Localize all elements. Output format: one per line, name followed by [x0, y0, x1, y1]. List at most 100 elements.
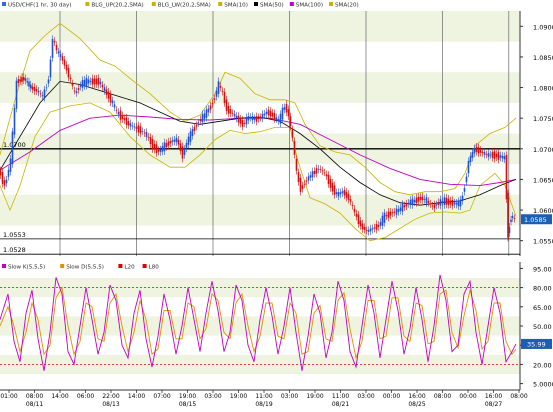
candle-body	[13, 107, 16, 135]
time-tick-label: 14:00	[51, 393, 68, 400]
oscillator-tick-label: 95.00	[533, 265, 552, 273]
candle-body	[215, 90, 218, 97]
forex-chart: 1.0900 1.0850 1.0800 1.0750 1.0700 1.0650 1.06…	[0, 0, 553, 408]
candle-body	[61, 56, 64, 61]
time-tick-label: 19:00	[230, 393, 247, 400]
legend-entry: SMA(100)	[296, 3, 323, 9]
candle-body	[39, 93, 42, 95]
candle-body	[387, 211, 390, 218]
candle-body	[303, 183, 306, 185]
reference-line-label: 1.0700	[3, 141, 26, 149]
candle-body	[481, 151, 484, 154]
candle-body	[513, 218, 516, 219]
candle-body	[123, 118, 126, 121]
candle-body	[281, 107, 284, 120]
candle-body	[287, 109, 290, 117]
candle-body	[423, 198, 426, 200]
time-tick-label: 08:00	[434, 393, 451, 400]
candle-body	[503, 156, 506, 160]
candle-body	[331, 182, 334, 192]
candle-body	[345, 191, 348, 198]
price-panel: 1.0900 1.0850 1.0800 1.0750 1.0700 1.0650 1.06…	[0, 11, 553, 256]
candle-body	[361, 223, 364, 230]
candle-body	[109, 94, 112, 103]
candle-body	[231, 113, 234, 114]
candle-body	[211, 102, 214, 105]
candle-body	[205, 109, 208, 118]
candle-body	[259, 117, 262, 118]
candle-body	[508, 226, 511, 234]
candle-body	[449, 200, 452, 205]
candle-body	[321, 170, 324, 172]
candle-body	[269, 110, 272, 117]
candle-body	[355, 213, 358, 217]
candle-body	[245, 117, 248, 125]
candle-body	[445, 197, 448, 205]
candle-body	[495, 153, 498, 158]
date-label: 08/19	[255, 401, 272, 408]
candle-body	[467, 161, 470, 174]
candle-body	[493, 151, 496, 159]
candle-body	[11, 131, 14, 165]
chart-title: USD/CHF(1 hr, 30 day)	[8, 3, 71, 9]
price-tick-label: 1.0850	[533, 54, 553, 62]
oscillator-legend-entry: Slow D(5,5,5)	[66, 265, 104, 271]
candle-body	[147, 136, 150, 138]
candle-body	[17, 79, 20, 84]
candle-body	[499, 155, 502, 158]
candle-body	[277, 119, 280, 122]
candle-body	[111, 100, 114, 104]
candle-body	[93, 78, 96, 85]
price-tick-label: 1.0650	[533, 176, 553, 184]
candle-body	[510, 219, 512, 222]
candle-body	[171, 140, 174, 142]
time-tick-label: 00:00	[459, 393, 476, 400]
candle-body	[395, 208, 398, 215]
candle-body	[385, 215, 388, 217]
candle-body	[1, 171, 4, 184]
candle-body	[477, 147, 480, 154]
candle-body	[49, 59, 52, 78]
time-tick-label: 03:00	[204, 393, 221, 400]
candle-body	[29, 84, 32, 89]
candle-body	[335, 192, 338, 195]
candle-body	[229, 109, 232, 114]
candle-body	[465, 176, 468, 183]
candle-body	[65, 64, 68, 71]
candle-body	[411, 198, 414, 206]
legend-swatch	[329, 2, 333, 6]
candle-body	[193, 126, 196, 131]
candle-body	[397, 209, 400, 212]
time-tick-label: 08:00	[510, 393, 527, 400]
candle-body	[469, 155, 472, 163]
legend-entry: BLG_UP(20,2,SMA)	[91, 3, 143, 9]
candle-body	[125, 117, 128, 125]
candle-body	[0, 170, 2, 176]
candle-body	[441, 201, 444, 203]
candle-body	[427, 200, 430, 203]
oscillator-legend-swatch	[142, 264, 147, 268]
candle-body	[393, 211, 396, 213]
candle-body	[483, 152, 486, 155]
candle-body	[159, 149, 162, 153]
candle-body	[505, 154, 508, 200]
candle-body	[203, 113, 206, 119]
legend-swatch	[2, 2, 6, 6]
candle-body	[28, 81, 30, 87]
candle-body	[475, 146, 478, 152]
candle-body	[191, 129, 194, 136]
date-label: 08/11	[26, 401, 43, 408]
candle-body	[363, 227, 366, 230]
candle-body	[407, 202, 410, 205]
candle-body	[5, 179, 8, 184]
candle-body	[241, 119, 244, 127]
candle-body	[351, 204, 354, 206]
candle-body	[399, 207, 402, 211]
candle-body	[141, 131, 144, 133]
candle-body	[453, 202, 456, 205]
time-tick-label: 14:00	[128, 393, 145, 400]
oscillator-legend-entry: Slow K(5,5,5)	[8, 265, 45, 271]
candle-body	[301, 185, 304, 189]
date-label: 08/21	[332, 401, 349, 408]
candle-body	[371, 228, 374, 230]
